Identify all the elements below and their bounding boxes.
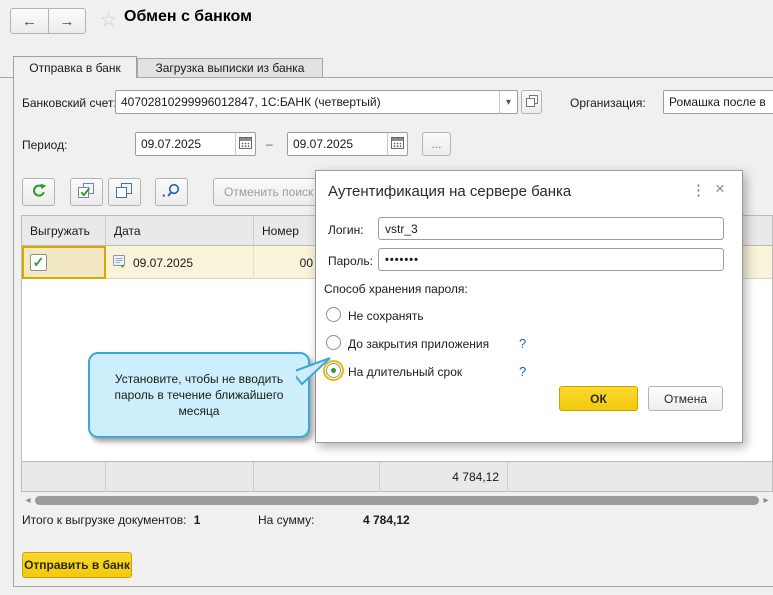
favorites-star-icon[interactable]: ☆ xyxy=(100,9,117,32)
period-more-button[interactable]: ... xyxy=(422,132,451,156)
login-label: Логин: xyxy=(328,223,364,237)
radio-until-close[interactable] xyxy=(326,335,341,350)
pane-border xyxy=(13,77,14,586)
check-icon: ✓ xyxy=(33,254,45,271)
more-menu-icon[interactable]: ⋮ xyxy=(691,181,706,199)
scroll-right-icon[interactable]: ▸ xyxy=(759,495,773,506)
storage-method-label: Способ хранения пароля: xyxy=(324,282,468,296)
total-docs-text: Итого к выгрузке документов: xyxy=(22,513,186,527)
bank-account-dropdown-button[interactable]: ▾ xyxy=(499,90,518,114)
radio-long-term-label: На длительный срок xyxy=(348,365,462,379)
bank-account-label: Банковский счет: xyxy=(22,96,117,110)
total-docs-label: Итого к выгрузке документов: 1 xyxy=(22,513,200,527)
total-docs-value: 1 xyxy=(194,513,201,527)
close-icon[interactable]: × xyxy=(715,179,725,199)
period-dash: – xyxy=(266,137,273,151)
back-button[interactable]: ← xyxy=(11,9,48,33)
upload-cell[interactable]: ✓ xyxy=(22,246,106,279)
amount-value: 4 784,12 xyxy=(363,513,410,527)
period-from-calendar-button[interactable] xyxy=(235,132,256,156)
period-from-input[interactable]: 09.07.2025 xyxy=(135,132,236,156)
bank-account-open-button[interactable] xyxy=(521,90,542,114)
help-until-close-link[interactable]: ? xyxy=(519,336,526,351)
upload-checkbox[interactable]: ✓ xyxy=(30,254,47,271)
forward-arrow-icon: → xyxy=(60,13,75,30)
authentication-dialog: Аутентификация на сервере банка ⋮ × Логи… xyxy=(315,170,743,443)
table-totals-row: 4 784,12 xyxy=(22,461,772,491)
chevron-down-icon: ▾ xyxy=(506,97,511,108)
dialog-title: Аутентификация на сервере банка xyxy=(328,183,571,200)
forward-button[interactable]: → xyxy=(48,9,85,33)
help-long-term-link[interactable]: ? xyxy=(519,364,526,379)
pane-border xyxy=(13,586,773,587)
column-header-upload[interactable]: Выгружать xyxy=(22,216,106,246)
amount-label: На сумму: xyxy=(258,513,315,527)
radio-do-not-save-label: Не сохранять xyxy=(348,309,424,323)
period-to-input[interactable]: 09.07.2025 xyxy=(287,132,388,156)
refresh-icon xyxy=(31,183,47,202)
organization-label: Организация: xyxy=(570,96,646,110)
radio-do-not-save[interactable] xyxy=(326,307,341,322)
uncheck-all-button[interactable] xyxy=(108,178,141,206)
date-value: 09.07.2025 xyxy=(133,256,193,270)
organization-input[interactable]: Ромашка после в xyxy=(663,90,773,114)
bank-account-input[interactable]: 40702810299996012847, 1С:БАНК (четвертый… xyxy=(115,90,500,114)
ok-button[interactable]: ОК xyxy=(559,386,638,411)
document-icon xyxy=(112,254,127,272)
uncheck-all-icon xyxy=(116,183,133,202)
tab-load-statement[interactable]: Загрузка выписки из банка xyxy=(137,58,323,78)
login-input[interactable]: vstr_3 xyxy=(378,217,724,240)
password-label: Пароль: xyxy=(328,254,373,268)
password-input[interactable]: ••••••• xyxy=(378,248,724,271)
totals-cell xyxy=(106,462,254,492)
column-header-date[interactable]: Дата xyxy=(106,216,254,246)
hint-callout: Установите, чтобы не вводить пароль в те… xyxy=(88,352,310,438)
history-nav: ← → xyxy=(10,8,86,34)
scrollbar-thumb[interactable] xyxy=(35,496,759,505)
search-button[interactable] xyxy=(155,178,188,206)
cancel-button[interactable]: Отмена xyxy=(648,386,723,411)
calendar-icon xyxy=(391,136,404,152)
refresh-button[interactable] xyxy=(22,178,55,206)
totals-cell xyxy=(22,462,106,492)
tab-send-to-bank[interactable]: Отправка в банк xyxy=(13,56,137,78)
check-all-button[interactable] xyxy=(70,178,103,206)
date-cell[interactable]: 09.07.2025 xyxy=(106,246,254,279)
totals-amount-cell: 4 784,12 xyxy=(380,462,508,492)
number-value: 00 xyxy=(300,256,313,270)
horizontal-scrollbar[interactable]: ◂ ▸ xyxy=(21,494,773,507)
back-arrow-icon: ← xyxy=(22,13,37,30)
check-all-icon xyxy=(78,183,95,202)
calendar-icon xyxy=(239,136,252,152)
scroll-left-icon[interactable]: ◂ xyxy=(21,495,35,506)
callout-arrow xyxy=(290,350,332,390)
cancel-search-button[interactable]: Отменить поиск xyxy=(213,178,331,206)
page-title: Обмен с банком xyxy=(124,8,252,26)
radio-until-close-label: До закрытия приложения xyxy=(348,337,489,351)
bank-exchange-window: ← → ☆ Обмен с банком Отправка в банк Заг… xyxy=(0,0,773,595)
search-icon xyxy=(162,183,181,201)
period-label: Период: xyxy=(22,138,67,152)
open-form-icon xyxy=(526,95,538,110)
period-to-calendar-button[interactable] xyxy=(387,132,408,156)
send-to-bank-button[interactable]: Отправить в банк xyxy=(22,552,132,578)
totals-cell xyxy=(254,462,380,492)
